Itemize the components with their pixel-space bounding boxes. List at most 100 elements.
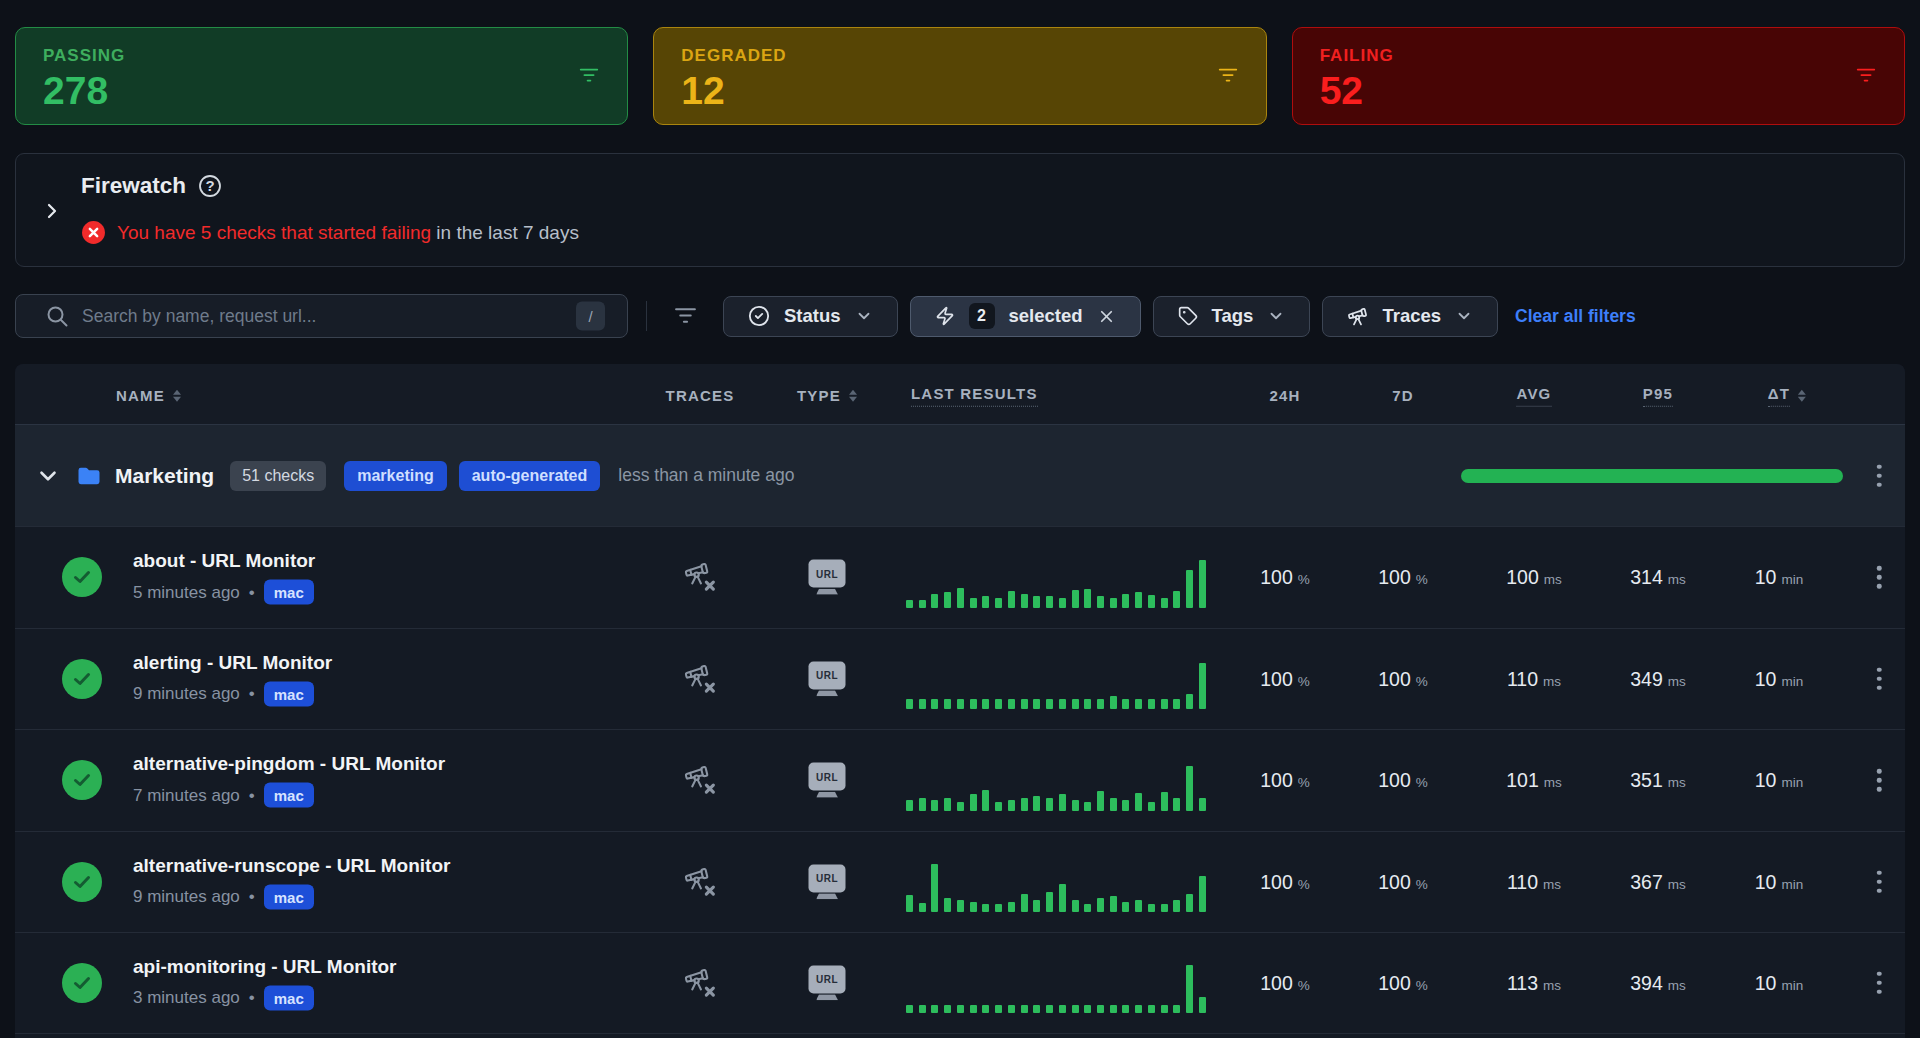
value-7d: 100%: [1378, 769, 1428, 792]
column-header-7d[interactable]: 7D: [1392, 387, 1414, 404]
traces-filter-label: Traces: [1382, 305, 1441, 327]
chevron-down-icon[interactable]: [35, 463, 61, 489]
value-24h: 100%: [1260, 769, 1310, 792]
check-tag-badge[interactable]: mac: [264, 783, 314, 808]
value-24h: 100%: [1260, 971, 1310, 994]
traces-filter-pill[interactable]: Traces: [1322, 296, 1498, 337]
check-row[interactable]: api-monitoring - URL Monitor 3 minutes a…: [15, 932, 1905, 1034]
failing-count: 52: [1320, 69, 1877, 113]
filter-funnel-icon[interactable]: [578, 65, 600, 87]
check-tag-badge[interactable]: mac: [264, 985, 314, 1010]
tag-icon: [1178, 306, 1198, 326]
firewatch-panel: Firewatch ? You have 5 checks that start…: [15, 153, 1905, 267]
check-row[interactable]: alerting - URL Monitor 9 minutes ago•mac…: [15, 628, 1905, 730]
filter-toolbar: / Status 2 selected Tags Traces Clear al…: [15, 294, 1905, 338]
kebab-menu[interactable]: [1877, 871, 1882, 894]
check-tag-badge[interactable]: mac: [264, 884, 314, 909]
sort-icon: [849, 389, 857, 401]
status-passing-icon: [62, 760, 102, 800]
status-summary-cards: PASSING 278 DEGRADED 12 FAILING 52: [15, 27, 1905, 125]
value-dt: 10min: [1755, 971, 1803, 994]
close-icon[interactable]: [1097, 307, 1116, 326]
kebab-menu[interactable]: [1877, 668, 1882, 691]
value-avg: 100ms: [1506, 566, 1562, 589]
check-time: 3 minutes ago: [133, 988, 240, 1008]
chevron-down-icon: [1267, 307, 1285, 325]
clear-all-filters-link[interactable]: Clear all filters: [1515, 306, 1636, 327]
shortcut-key-badge: /: [576, 302, 605, 331]
status-filter-pill[interactable]: Status: [723, 296, 898, 337]
check-tag-badge[interactable]: mac: [264, 580, 314, 605]
kebab-menu[interactable]: [1877, 464, 1882, 487]
check-row[interactable]: alternative-pingdom - URL Monitor 7 minu…: [15, 729, 1905, 831]
tags-filter-pill[interactable]: Tags: [1153, 296, 1311, 337]
group-name[interactable]: Marketing: [115, 464, 214, 488]
check-name[interactable]: alternative-pingdom - URL Monitor: [133, 753, 445, 775]
column-header-name[interactable]: NAME: [116, 387, 181, 404]
check-circle-icon: [748, 305, 770, 327]
traces-disabled-icon: [684, 764, 717, 797]
column-header-24h[interactable]: 24H: [1269, 387, 1300, 404]
check-row[interactable]: alternative-runscope - URL Monitor 9 min…: [15, 831, 1905, 933]
last-results-sparkline[interactable]: [906, 759, 1206, 811]
traces-disabled-icon: [684, 865, 717, 898]
column-header-type[interactable]: TYPE: [797, 387, 857, 404]
filter-funnel-icon[interactable]: [1217, 65, 1239, 87]
tags-filter-label: Tags: [1212, 305, 1254, 327]
search-input[interactable]: [82, 295, 563, 337]
degraded-card[interactable]: DEGRADED 12: [653, 27, 1266, 125]
error-circle-icon: [81, 220, 106, 245]
passing-card[interactable]: PASSING 278: [15, 27, 628, 125]
kebab-menu[interactable]: [1877, 972, 1882, 995]
status-passing-icon: [62, 557, 102, 597]
url-monitor-type-icon: URL: [809, 560, 846, 595]
check-tag-badge[interactable]: mac: [264, 681, 314, 706]
help-icon[interactable]: ?: [198, 174, 222, 198]
chevron-down-icon: [1455, 307, 1473, 325]
svg-text:?: ?: [205, 177, 214, 194]
column-header-dt[interactable]: ΔT: [1768, 385, 1806, 407]
firewatch-alert-highlight[interactable]: You have 5 checks that started failing: [117, 222, 431, 243]
search-box[interactable]: /: [15, 294, 628, 338]
check-row[interactable]: about - URL Monitor 5 minutes ago•mac UR…: [15, 526, 1905, 628]
value-dt: 10min: [1755, 769, 1803, 792]
chevron-down-icon: [855, 307, 873, 325]
check-name[interactable]: alerting - URL Monitor: [133, 651, 332, 673]
last-results-sparkline[interactable]: [906, 860, 1206, 912]
url-monitor-type-icon: URL: [809, 661, 846, 696]
telescope-icon: [1347, 306, 1368, 327]
failing-card[interactable]: FAILING 52: [1292, 27, 1905, 125]
kebab-menu[interactable]: [1877, 769, 1882, 792]
firewatch-alert: You have 5 checks that started failing i…: [117, 222, 579, 244]
status-filter-label: Status: [784, 305, 841, 327]
check-name[interactable]: alternative-runscope - URL Monitor: [133, 854, 450, 876]
passing-count: 278: [43, 69, 600, 113]
chevron-right-icon[interactable]: [40, 199, 64, 223]
filter-funnel-icon[interactable]: [673, 304, 698, 329]
last-results-sparkline[interactable]: [906, 961, 1206, 1013]
column-header-p95[interactable]: P95: [1643, 385, 1673, 407]
column-header-avg[interactable]: AVG: [1517, 385, 1552, 407]
last-results-sparkline[interactable]: [906, 657, 1206, 709]
check-name[interactable]: api-monitoring - URL Monitor: [133, 955, 397, 977]
status-passing-icon: [62, 862, 102, 902]
selected-filter-pill[interactable]: 2 selected: [910, 296, 1141, 337]
group-row-marketing[interactable]: Marketing 51 checks marketing auto-gener…: [15, 425, 1905, 526]
value-avg: 113ms: [1507, 971, 1561, 994]
value-avg: 101ms: [1506, 769, 1562, 792]
group-tag-badge[interactable]: marketing: [344, 461, 446, 491]
group-checks-badge: 51 checks: [230, 461, 326, 491]
status-passing-icon: [62, 963, 102, 1003]
check-time: 5 minutes ago: [133, 582, 240, 602]
filter-funnel-icon[interactable]: [1855, 65, 1877, 87]
last-results-sparkline[interactable]: [906, 556, 1206, 608]
kebab-menu[interactable]: [1877, 566, 1882, 589]
traces-disabled-icon: [684, 662, 717, 695]
column-header-last-results[interactable]: LAST RESULTS: [911, 385, 1038, 407]
value-p95: 314ms: [1630, 566, 1686, 589]
group-tag-badge[interactable]: auto-generated: [459, 461, 601, 491]
check-name[interactable]: about - URL Monitor: [133, 550, 315, 572]
column-header-traces[interactable]: TRACES: [666, 387, 735, 404]
selected-count-badge: 2: [969, 303, 995, 329]
value-dt: 10min: [1755, 667, 1803, 690]
